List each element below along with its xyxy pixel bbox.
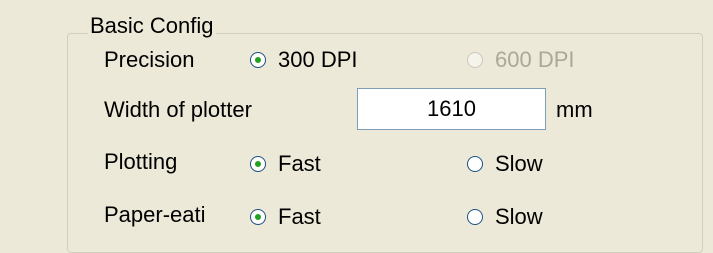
paper-eating-fast-radio[interactable]: Fast (250, 203, 321, 231)
plotting-slow-radio[interactable]: Slow (467, 150, 543, 178)
width-of-plotter-label: Width of plotter (104, 97, 252, 122)
plotting-label: Plotting (104, 149, 178, 174)
radio-label: 300 DPI (278, 47, 358, 72)
radio-label: Slow (495, 204, 543, 229)
radio-label: 600 DPI (495, 47, 575, 72)
width-of-plotter-input[interactable] (357, 88, 546, 130)
radio-unselected-icon (467, 52, 483, 68)
precision-300dpi-radio[interactable]: 300 DPI (250, 46, 358, 74)
precision-label: Precision (104, 47, 195, 72)
paper-eating-label: Paper-eati (104, 202, 206, 227)
radio-selected-icon (250, 52, 266, 68)
groupbox-title: Basic Config (88, 12, 216, 40)
radio-unselected-icon (467, 156, 483, 172)
radio-label: Fast (278, 151, 321, 176)
radio-selected-icon (250, 156, 266, 172)
plotting-fast-radio[interactable]: Fast (250, 150, 321, 178)
paper-eating-slow-radio[interactable]: Slow (467, 203, 543, 231)
radio-selected-icon (250, 209, 266, 225)
width-unit-label: mm (556, 97, 593, 122)
radio-label: Slow (495, 151, 543, 176)
precision-600dpi-radio: 600 DPI (467, 46, 575, 74)
radio-unselected-icon (467, 209, 483, 225)
radio-label: Fast (278, 204, 321, 229)
